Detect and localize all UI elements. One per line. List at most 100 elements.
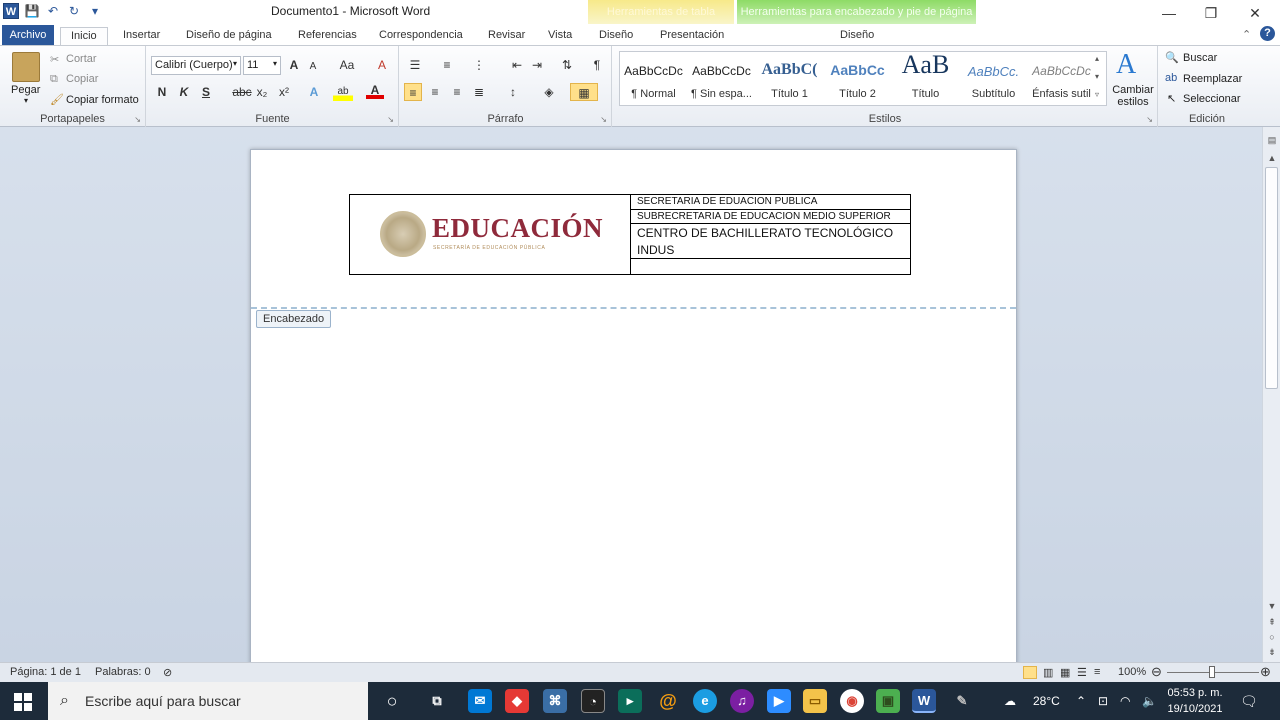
clipboard-launcher-icon[interactable]: ↘ [134, 115, 141, 124]
align-left-button[interactable]: ≡ [404, 83, 422, 101]
zoom-level[interactable]: 100% [1118, 666, 1146, 678]
taskbar-clock[interactable]: 05:53 p. m. 19/10/2021 [1160, 685, 1230, 717]
scroll-thumb[interactable] [1265, 167, 1278, 389]
font-launcher-icon[interactable]: ↘ [387, 115, 394, 124]
notifications-icon[interactable]: 🗨 [1240, 682, 1258, 720]
paste-icon[interactable] [12, 52, 40, 82]
tab-file[interactable]: Archivo [2, 25, 54, 45]
customize-qat-icon[interactable]: ▾ [87, 3, 103, 19]
terminal-icon[interactable]: ▸ [618, 689, 642, 713]
tab-references[interactable]: Referencias [298, 27, 357, 45]
previous-page-icon[interactable]: ⇞ [1263, 617, 1280, 628]
logo-cell[interactable]: EDUCACIÓN SECRETARÍA DE EDUCACIÓN PÚBLIC… [350, 195, 631, 274]
minimize-button[interactable]: — [1147, 0, 1191, 26]
browse-object-icon[interactable]: ○ [1263, 632, 1280, 642]
edge-icon[interactable]: e [693, 689, 717, 713]
style-subtitle[interactable]: AaBbCc. Subtítulo [960, 52, 1027, 105]
spiral-app-icon[interactable]: @ [656, 689, 680, 713]
find-button[interactable]: Buscar [1183, 52, 1217, 64]
wifi-icon[interactable]: ◠ [1120, 682, 1130, 720]
superscript-button[interactable]: x² [275, 83, 293, 101]
header-row-2[interactable]: SUBRECRETARIA DE EDUCACION MEDIO SUPERIO… [631, 210, 910, 224]
zoom-in-icon[interactable]: ⊕ [1260, 664, 1271, 680]
shading-icon[interactable]: ◈ [540, 83, 558, 101]
tray-chevron-icon[interactable]: ⌃ [1076, 682, 1086, 720]
text-effects-icon[interactable]: A [305, 83, 323, 101]
collapse-ribbon-icon[interactable]: ⌃ [1242, 27, 1251, 45]
cortana-icon[interactable]: ○ [380, 689, 404, 713]
scroll-up-icon[interactable]: ▲ [1263, 153, 1280, 163]
paste-dropdown-icon[interactable]: ▾ [24, 96, 28, 105]
outline-view-icon[interactable]: ☰ [1077, 666, 1087, 679]
change-case-icon[interactable]: Aa [335, 56, 359, 74]
taskbar-search[interactable]: ⌕ Escribe aquí para buscar [48, 682, 368, 720]
windows-start-icon[interactable] [14, 693, 32, 711]
italic-button[interactable]: K [175, 83, 193, 101]
cut-button[interactable]: Cortar [66, 53, 97, 65]
decrease-indent-icon[interactable]: ⇤ [508, 56, 526, 74]
highlight-color-icon[interactable]: ab [333, 83, 353, 101]
font-name-combo[interactable]: Calibri (Cuerpo) [151, 56, 241, 75]
style-heading-1[interactable]: AaBbC( Título 1 [756, 52, 823, 105]
strikethrough-button[interactable]: abc [231, 83, 253, 101]
meet-now-icon[interactable]: ⊡ [1098, 682, 1108, 720]
sort-icon[interactable]: ⇅ [558, 56, 576, 74]
volume-icon[interactable]: 🔈 [1142, 682, 1157, 720]
print-layout-view-icon[interactable] [1023, 666, 1037, 679]
network-app-icon[interactable]: ⌘ [543, 689, 567, 713]
scroll-down-icon[interactable]: ▼ [1263, 601, 1280, 611]
vertical-scrollbar[interactable]: ▤ ▲ ▼ ⇞ ○ ⇟ [1262, 127, 1280, 662]
header-row-4[interactable] [631, 259, 910, 274]
speedtest-icon[interactable]: ◔ [581, 689, 605, 713]
tab-view[interactable]: Vista [548, 27, 572, 45]
show-marks-button[interactable]: ¶ [588, 56, 606, 74]
format-painter-button[interactable]: Copiar formato [66, 94, 139, 106]
style-title[interactable]: AaB Título [892, 50, 959, 105]
help-icon[interactable]: ? [1260, 26, 1275, 41]
redo-icon[interactable]: ↻ [66, 3, 82, 19]
audio-app-icon[interactable]: ♫ [730, 689, 754, 713]
minecraft-icon[interactable]: ▣ [876, 689, 900, 713]
grow-font-icon[interactable]: A [285, 56, 303, 74]
tab-mailings[interactable]: Correspondencia [379, 27, 463, 45]
mail-icon[interactable]: ✉ [468, 689, 492, 713]
copy-button[interactable]: Copiar [66, 73, 98, 85]
bullets-icon[interactable]: ☰ [406, 56, 424, 74]
change-styles-button[interactable]: Cambiar estilos [1112, 84, 1154, 108]
change-styles-icon[interactable]: A [1116, 49, 1136, 81]
styles-scroll-down-icon[interactable]: ▾ [1095, 72, 1099, 81]
header-row-3[interactable]: CENTRO DE BACHILLERATO TECNOLÓGICO INDUS [631, 224, 910, 259]
zoom-out-icon[interactable]: ⊖ [1151, 664, 1162, 680]
font-name-dropdown-icon[interactable]: ▾ [233, 59, 237, 68]
styles-more-icon[interactable]: ▿ [1095, 90, 1099, 99]
word-count[interactable]: Palabras: 0 [95, 666, 151, 678]
zoom-app-icon[interactable]: ▶ [767, 689, 791, 713]
tab-table-design[interactable]: Diseño [599, 27, 633, 45]
web-layout-view-icon[interactable]: ▦ [1060, 666, 1070, 679]
tab-table-layout[interactable]: Presentación [660, 27, 724, 45]
close-button[interactable]: ✕ [1233, 0, 1277, 26]
style-heading-2[interactable]: AaBbCc Título 2 [824, 52, 891, 105]
styles-scroll-up-icon[interactable]: ▴ [1095, 54, 1099, 63]
word-taskbar-icon[interactable]: W [912, 689, 936, 713]
header-row-1[interactable]: SECRETARIA DE EDUACION PUBLICA [631, 195, 910, 210]
restore-button[interactable]: ❐ [1189, 0, 1233, 26]
align-center-button[interactable]: ≡ [426, 83, 444, 101]
undo-icon[interactable]: ↶ [45, 3, 61, 19]
subscript-button[interactable]: x₂ [253, 83, 271, 101]
file-explorer-icon[interactable]: ▭ [803, 689, 827, 713]
font-size-dropdown-icon[interactable]: ▾ [273, 59, 277, 68]
paste-button[interactable]: Pegar [11, 84, 40, 96]
draft-view-icon[interactable]: ≡ [1094, 666, 1100, 678]
weather-temperature[interactable]: 28°C [1033, 682, 1060, 720]
increase-indent-icon[interactable]: ⇥ [528, 56, 546, 74]
style-subtle-emphasis[interactable]: AaBbCcDc Énfasis sutil [1028, 52, 1095, 105]
numbering-icon[interactable]: ≡ [438, 56, 456, 74]
clear-formatting-icon[interactable]: A [373, 56, 391, 74]
chrome-icon[interactable]: ◉ [840, 689, 864, 713]
header-table[interactable]: EDUCACIÓN SECRETARÍA DE EDUCACIÓN PÚBLIC… [349, 194, 911, 275]
document-page[interactable]: EDUCACIÓN SECRETARÍA DE EDUCACIÓN PÚBLIC… [250, 149, 1017, 669]
borders-icon[interactable]: ▦ [570, 83, 598, 101]
multilevel-list-icon[interactable]: ⋮ [470, 56, 488, 74]
anydesk-icon[interactable]: ◆ [505, 689, 529, 713]
